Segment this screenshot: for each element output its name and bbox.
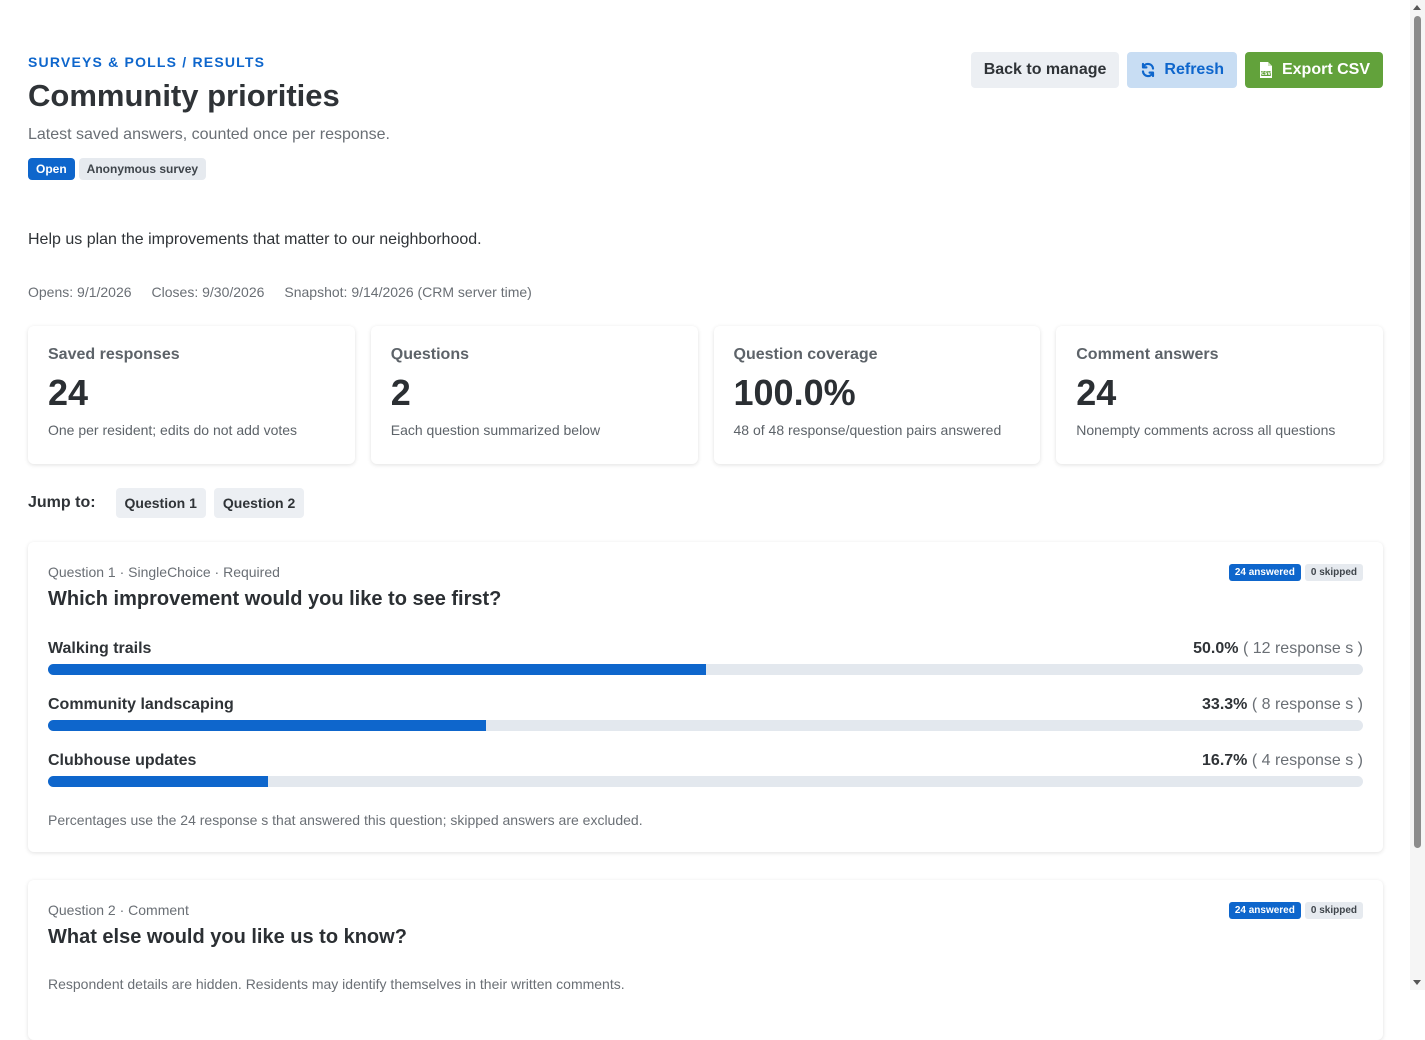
option-bar-track bbox=[48, 664, 1363, 675]
status-badge-open: Open bbox=[28, 158, 75, 180]
jump-question-1-button[interactable]: Question 1 bbox=[115, 488, 206, 518]
stat-note: 48 of 48 response/question pairs answere… bbox=[733, 422, 1002, 438]
svg-text:CSV: CSV bbox=[1261, 71, 1271, 76]
opens-date: Opens: 9/1/2026 bbox=[28, 284, 132, 300]
csv-file-icon: CSV bbox=[1258, 61, 1274, 79]
option-percent: 16.7% bbox=[1202, 752, 1248, 769]
anonymous-badge: Anonymous survey bbox=[78, 158, 207, 180]
skipped-badge: 0 skipped bbox=[1304, 902, 1363, 919]
stat-card-questions: Questions 2 Each question summarized bel… bbox=[370, 326, 698, 464]
option-result-community-landscaping: Community landscaping 33.3% ( 8 response… bbox=[48, 694, 1363, 750]
scroll-up-arrow-icon[interactable] bbox=[1413, 5, 1421, 10]
breadcrumb[interactable]: SURVEYS & POLLS / RESULTS bbox=[28, 54, 265, 70]
stat-card-comment-answers: Comment answers 24 Nonempty comments acr… bbox=[1056, 326, 1383, 464]
export-csv-label: Export CSV bbox=[1281, 61, 1370, 78]
results-page: SURVEYS & POLLS / RESULTS Community prio… bbox=[28, 0, 1383, 1040]
stat-value: 24 bbox=[48, 372, 89, 413]
option-result-clubhouse-updates: Clubhouse updates 16.7% ( 4 response s ) bbox=[48, 750, 1363, 806]
jump-to-label: Jump to: bbox=[28, 494, 96, 511]
page-title: Community priorities bbox=[28, 78, 340, 113]
back-to-manage-button[interactable]: Back to manage bbox=[970, 52, 1120, 88]
question-meta: Question 2 · Comment bbox=[48, 902, 189, 918]
stat-value: 24 bbox=[1076, 372, 1117, 413]
stat-note: Nonempty comments across all questions bbox=[1076, 422, 1336, 438]
refresh-icon bbox=[1140, 62, 1156, 78]
question-title: What else would you like us to know? bbox=[48, 926, 407, 948]
header-actions: Back to manage Refresh CSV Export CSV bbox=[970, 52, 1383, 88]
stat-label: Questions bbox=[390, 346, 469, 363]
scroll-down-arrow-icon[interactable] bbox=[1413, 980, 1421, 985]
option-count: ( 4 response s ) bbox=[1247, 752, 1363, 769]
option-count: ( 12 response s ) bbox=[1238, 640, 1363, 657]
summary-stats: Saved responses 24 One per resident; edi… bbox=[28, 326, 1383, 464]
question-title: Which improvement would you like to see … bbox=[48, 588, 502, 610]
skipped-badge: 0 skipped bbox=[1304, 564, 1363, 581]
stat-card-saved-responses: Saved responses 24 One per resident; edi… bbox=[28, 326, 355, 464]
option-bar-track bbox=[48, 720, 1363, 731]
stat-note: Each question summarized below bbox=[390, 422, 601, 438]
page-subtitle: Latest saved answers, counted once per r… bbox=[28, 126, 390, 143]
option-stats: 33.3% ( 8 response s ) bbox=[1202, 694, 1363, 716]
question-card-2: Question 2 · Comment What else would you… bbox=[28, 880, 1383, 1040]
jump-question-2-button[interactable]: Question 2 bbox=[213, 488, 305, 518]
stat-value: 100.0% bbox=[733, 372, 856, 413]
option-stats: 50.0% ( 12 response s ) bbox=[1193, 638, 1363, 660]
survey-dates: Opens: 9/1/2026 Closes: 9/30/2026 Snapsh… bbox=[28, 284, 532, 300]
option-bar-fill bbox=[48, 720, 486, 731]
option-label: Walking trails bbox=[48, 640, 152, 657]
snapshot-date: Snapshot: 9/14/2026 (CRM server time) bbox=[284, 284, 532, 300]
option-stats: 16.7% ( 4 response s ) bbox=[1202, 750, 1363, 772]
export-csv-button[interactable]: CSV Export CSV bbox=[1244, 52, 1383, 88]
option-label: Community landscaping bbox=[48, 696, 234, 713]
refresh-label: Refresh bbox=[1164, 61, 1224, 78]
option-bar-track bbox=[48, 776, 1363, 787]
stat-card-question-coverage: Question coverage 100.0% 48 of 48 respon… bbox=[713, 326, 1041, 464]
stat-value: 2 bbox=[390, 372, 411, 413]
scroll-thumb[interactable] bbox=[1414, 16, 1421, 848]
question-badges: 24 answered 0 skipped bbox=[1228, 564, 1363, 581]
option-result-walking-trails: Walking trails 50.0% ( 12 response s ) bbox=[48, 638, 1363, 694]
stat-label: Question coverage bbox=[733, 346, 878, 363]
option-results: Walking trails 50.0% ( 12 response s ) C… bbox=[48, 638, 1363, 806]
question-meta: Question 1 · SingleChoice · Required bbox=[48, 564, 280, 580]
closes-date: Closes: 9/30/2026 bbox=[151, 284, 265, 300]
stat-label: Saved responses bbox=[48, 346, 180, 363]
answered-badge: 24 answered bbox=[1228, 902, 1301, 919]
back-to-manage-label: Back to manage bbox=[983, 61, 1107, 78]
stat-note: One per resident; edits do not add votes bbox=[48, 422, 298, 438]
answered-badge: 24 answered bbox=[1228, 564, 1301, 581]
stat-label: Comment answers bbox=[1076, 346, 1219, 363]
question-badges: 24 answered 0 skipped bbox=[1228, 902, 1363, 919]
option-percent: 33.3% bbox=[1202, 696, 1248, 713]
status-badges: Open Anonymous survey bbox=[28, 158, 207, 180]
page-header: SURVEYS & POLLS / RESULTS Community prio… bbox=[28, 0, 1383, 200]
option-bar-fill bbox=[48, 776, 268, 787]
option-percent: 50.0% bbox=[1193, 640, 1239, 657]
option-count: ( 8 response s ) bbox=[1247, 696, 1363, 713]
refresh-button[interactable]: Refresh bbox=[1127, 52, 1237, 88]
question-card-1: Question 1 · SingleChoice · Required Whi… bbox=[28, 542, 1383, 852]
option-label: Clubhouse updates bbox=[48, 752, 197, 769]
option-bar-fill bbox=[48, 664, 706, 675]
jump-to-nav: Jump to: Question 1 Question 2 bbox=[28, 488, 305, 518]
question-footnote: Percentages use the 24 response s that a… bbox=[48, 812, 643, 828]
survey-description: Help us plan the improvements that matte… bbox=[28, 231, 482, 248]
vertical-scrollbar[interactable] bbox=[1410, 0, 1425, 990]
